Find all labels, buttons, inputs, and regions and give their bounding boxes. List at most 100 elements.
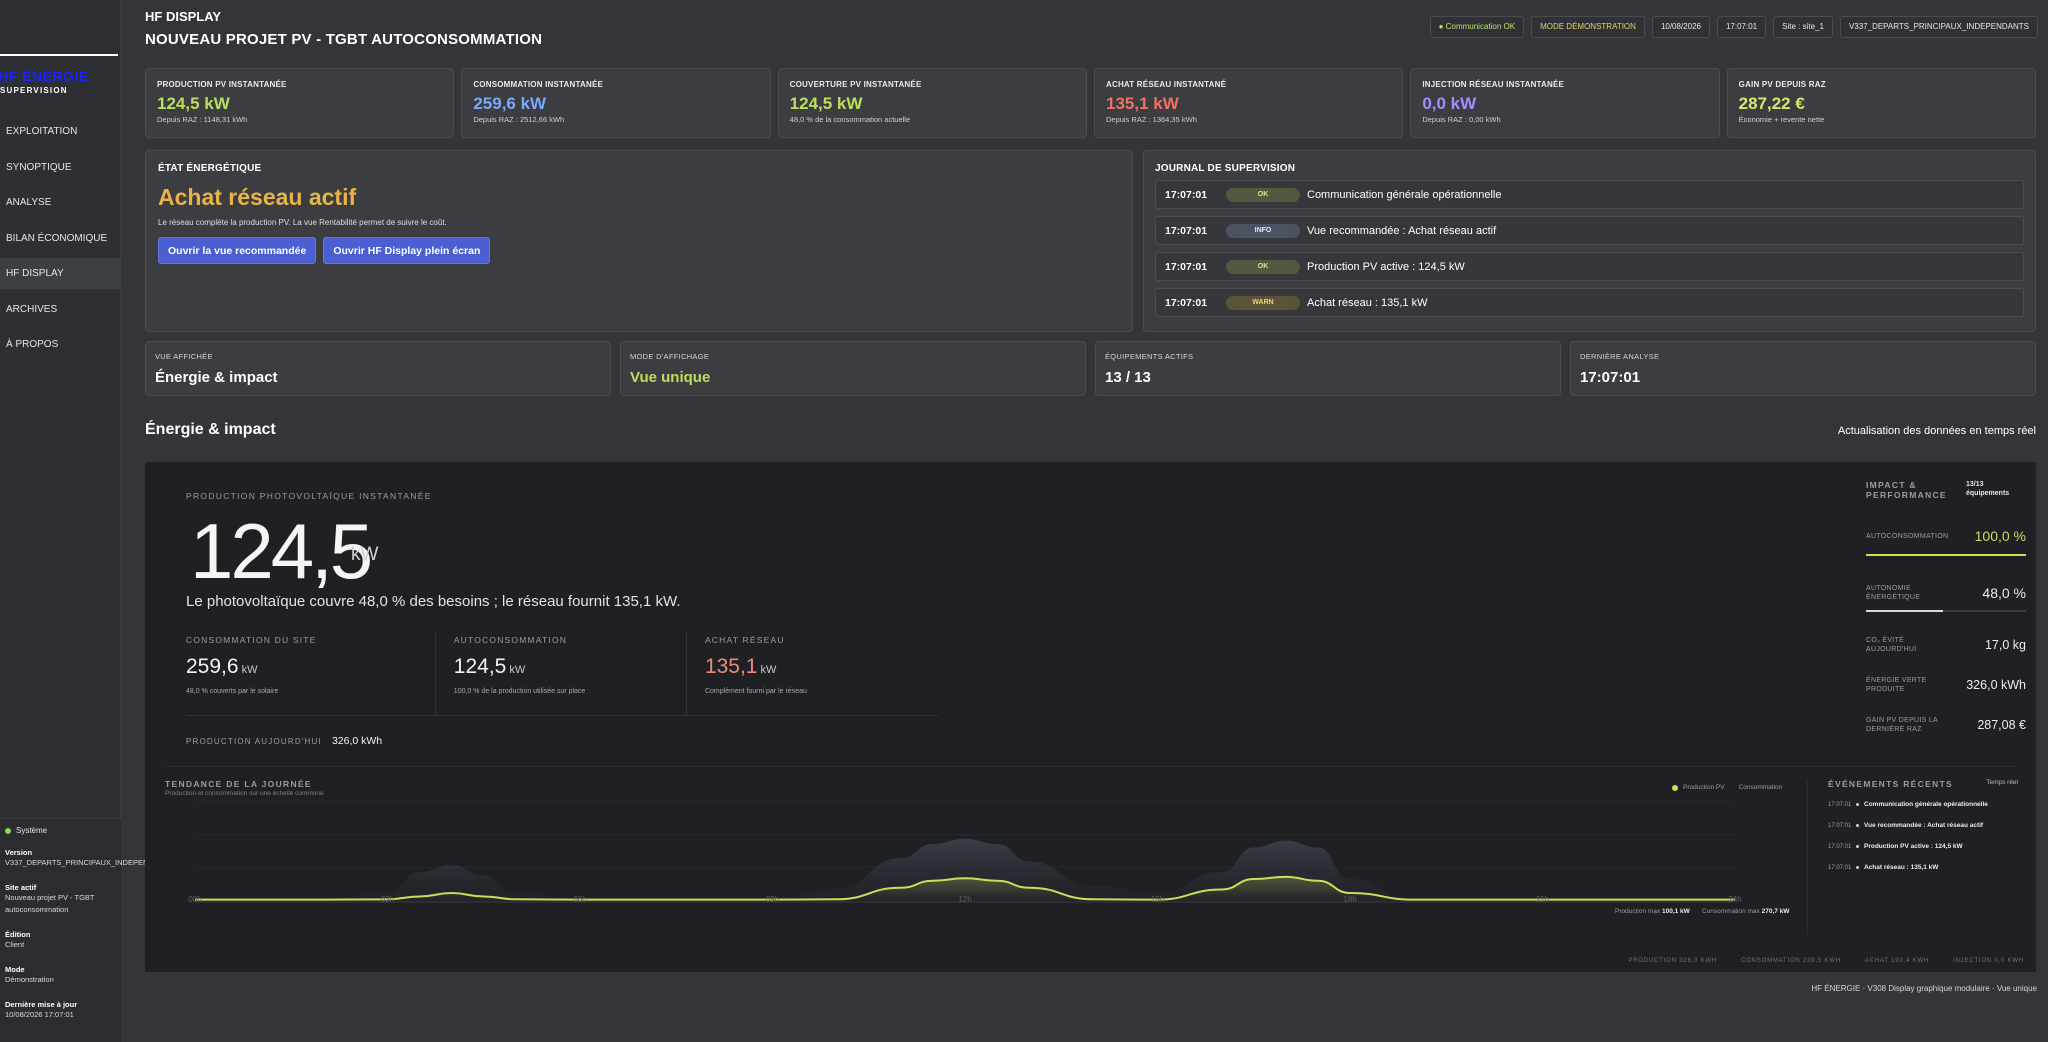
display-divider xyxy=(165,766,2016,767)
cell-label: ACHAT RÉSEAU xyxy=(704,635,785,645)
journal-message: Achat réseau : 135,1 kW xyxy=(1307,296,1428,309)
communication-badge: ● Communication OK xyxy=(1429,16,1525,38)
header-status-pills: ● Communication OK MODE DÉMONSTRATION 10… xyxy=(1429,16,2038,38)
impact-label: CO₂ ÉVITÉ AUJOURD'HUI xyxy=(1866,637,1917,653)
x-tick-label: 18h xyxy=(1343,895,1356,904)
cell-value: 124,5 kW xyxy=(454,655,686,679)
journal-entry: 17:07:01 OK Production PV active : 124,5… xyxy=(1155,252,2024,281)
status-tiles: VUE AFFICHÉE Énergie & impact MODE D'AFF… xyxy=(145,341,2036,396)
date-badge: 10/08/2026 xyxy=(1651,16,1710,38)
kpi-row: PRODUCTION PV INSTANTANÉE 124,5 kW Depui… xyxy=(145,68,2036,138)
tile-mode-affichage: MODE D'AFFICHAGE Vue unique xyxy=(620,341,1086,396)
x-tick-label: 03h xyxy=(381,895,394,904)
kpi-sub: Économie + revente nette xyxy=(1738,115,1825,124)
cell-number: 124,5 xyxy=(453,655,507,678)
x-tick-label: 06h xyxy=(573,895,586,904)
sidebar-item-bilan[interactable]: BILAN ÉCONOMIQUE xyxy=(0,223,121,254)
display-big-unit: kW xyxy=(351,544,379,565)
tile-label: ÉQUIPEMENTS ACTIFS xyxy=(1105,352,1194,361)
impact-header: IMPACT & PERFORMANCE 13/13 équipements xyxy=(1866,480,2026,500)
display-big-value: 124,5 xyxy=(190,507,373,595)
impact-value: 48,0 % xyxy=(1982,585,2026,601)
x-tick-label: 09h xyxy=(766,895,779,904)
kpi-label: PRODUCTION PV INSTANTANÉE xyxy=(157,80,287,89)
journal-time: 17:07:01 xyxy=(1165,224,1208,237)
cell-note: 48,0 % couverts par le solaire xyxy=(186,688,279,695)
impact-value: 287,08 € xyxy=(1977,718,2026,732)
page-title: NOUVEAU PROJET PV - TGBT AUTOCONSOMMATIO… xyxy=(145,31,543,48)
impact-label: ÉNERGIE VERTE PRODUITE xyxy=(1866,677,1927,693)
mode-label: Mode xyxy=(5,965,25,974)
tile-label: DERNIÈRE ANALYSE xyxy=(1580,352,1660,361)
energy-state-panel: ÉTAT ÉNERGÉTIQUE Achat réseau actif Le r… xyxy=(145,150,1133,332)
kpi-label: CONSOMMATION INSTANTANÉE xyxy=(473,80,604,89)
event-message: Vue recommandée : Achat réseau actif xyxy=(1864,822,1984,829)
autonomie-bar-fill xyxy=(1866,610,1943,612)
journal-time: 17:07:01 xyxy=(1165,260,1208,273)
kpi-sub: Depuis RAZ : 2512,66 kWh xyxy=(473,115,565,124)
kpi-sub: Depuis RAZ : 1148,31 kWh xyxy=(157,115,248,124)
time-badge: 17:07:01 xyxy=(1716,16,1767,38)
version-badge: V337_DEPARTS_PRINCIPAUX_INDEPENDANTS xyxy=(1839,16,2038,38)
tile-equipements: ÉQUIPEMENTS ACTIFS 13 / 13 xyxy=(1095,341,1561,396)
footstat-consommation: CONSOMMATION 239,5 KWH xyxy=(1741,958,1841,964)
footstat-injection: INJECTION 0,0 KWH xyxy=(1953,958,2024,964)
footstat-production: PRODUCTION 326,0 KWH xyxy=(1628,958,1718,964)
energy-state-actions: Ouvrir la vue recommandée Ouvrir HF Disp… xyxy=(158,237,1120,264)
site-label: Site actif xyxy=(5,883,37,892)
legend-label: Consommation xyxy=(1738,784,1783,791)
tile-value: 17:07:01 xyxy=(1580,369,1641,386)
mode-badge: MODE DÉMONSTRATION xyxy=(1531,16,1645,38)
autonomie-bar xyxy=(1866,610,2026,612)
kpi-label: ACHAT RÉSEAU INSTANTANÉ xyxy=(1105,80,1227,89)
event-item: 17:07:01 Production PV active : 124,5 kW xyxy=(1828,836,2018,857)
tile-label: MODE D'AFFICHAGE xyxy=(630,352,710,361)
kpi-label: INJECTION RÉSEAU INSTANTANÉE xyxy=(1422,80,1565,89)
kpi-couverture: COUVERTURE PV INSTANTANÉE 124,5 kW 48,0 … xyxy=(777,68,1087,138)
tile-value: Énergie & impact xyxy=(155,369,278,386)
system-status: Système xyxy=(5,826,116,835)
impact-row-autonomie: AUTONOMIE ÉNERGÉTIQUE 48,0 % xyxy=(1866,584,2026,602)
journal-message: Vue recommandée : Achat réseau actif xyxy=(1307,224,1497,237)
site-value-line1: Nouveau projet PV - TGBT xyxy=(5,893,95,902)
sidebar-item-archives[interactable]: ARCHIVES xyxy=(0,294,121,325)
cell-achat: ACHAT RÉSEAU 135,1 kW Complément fourni p… xyxy=(687,632,938,715)
impact-label: GAIN PV DEPUIS LA DERNIÈRE RAZ xyxy=(1866,717,1938,733)
prod-max-value: 100,1 kW xyxy=(1661,908,1690,915)
event-message: Achat réseau : 135,1 kW xyxy=(1864,864,1939,871)
x-tick-label: 15h xyxy=(1151,895,1164,904)
cell-unit: kW xyxy=(241,664,258,676)
display-label: PRODUCTION PHOTOVOLTAÏQUE INSTANTANÉE xyxy=(186,491,432,501)
tile-derniere-analyse: DERNIÈRE ANALYSE 17:07:01 xyxy=(1570,341,2036,396)
brand-logo: HF ÉNERGIE xyxy=(0,68,89,84)
events-divider xyxy=(1807,780,1808,935)
event-item: 17:07:01 Vue recommandée : Achat réseau a… xyxy=(1828,815,2018,836)
site-badge: Site : site_1 xyxy=(1773,16,1833,38)
cell-note: 100,0 % de la production utilisée sur pl… xyxy=(453,688,586,695)
trend-chart: 00h 03h 06h 09h 12h 15h 18h 21h 24h xyxy=(188,801,1742,904)
kpi-sub: Depuis RAZ : 0,00 kWh xyxy=(1422,115,1501,124)
open-recommended-view-button[interactable]: Ouvrir la vue recommandée xyxy=(158,237,317,264)
journal-entry: 17:07:01 WARN Achat réseau : 135,1 kW xyxy=(1155,288,2024,317)
cell-unit: kW xyxy=(509,664,526,676)
impact-panel: IMPACT & PERFORMANCE 13/13 équipements A… xyxy=(1866,480,2026,770)
sidebar: HF ÉNERGIE SUPERVISION EXPLOITATION SYNO… xyxy=(0,0,174,1042)
cell-label: CONSOMMATION DU SITE xyxy=(186,635,317,645)
bullet-icon xyxy=(1856,803,1859,806)
sidebar-item-synoptique[interactable]: SYNOPTIQUE xyxy=(0,152,121,183)
app-title: HF DISPLAY xyxy=(145,9,222,24)
open-fullscreen-button[interactable]: Ouvrir HF Display plein écran xyxy=(323,237,491,264)
tile-value: 13 / 13 xyxy=(1105,369,1151,386)
conso-max-value: 270,7 kW xyxy=(1761,908,1790,915)
impact-value: 17,0 kg xyxy=(1984,638,2026,652)
energy-state-status: Achat réseau actif xyxy=(158,184,357,210)
sidebar-item-hf-display[interactable]: HF DISPLAY xyxy=(0,258,121,289)
events-title: ÉVÉNEMENTS RÉCENTS xyxy=(1828,779,1953,789)
kpi-production: PRODUCTION PV INSTANTANÉE 124,5 kW Depui… xyxy=(145,68,455,138)
sidebar-item-analyse[interactable]: ANALYSE xyxy=(0,187,121,218)
autoconsommation-bar-fill xyxy=(1866,554,2026,556)
sidebar-item-exploitation[interactable]: EXPLOITATION xyxy=(0,116,121,147)
sidebar-item-a-propos[interactable]: À PROPOS xyxy=(0,329,121,360)
kpi-sub: Depuis RAZ : 1364,35 kWh xyxy=(1105,115,1197,124)
event-time: 17:07:01 xyxy=(1828,843,1852,850)
